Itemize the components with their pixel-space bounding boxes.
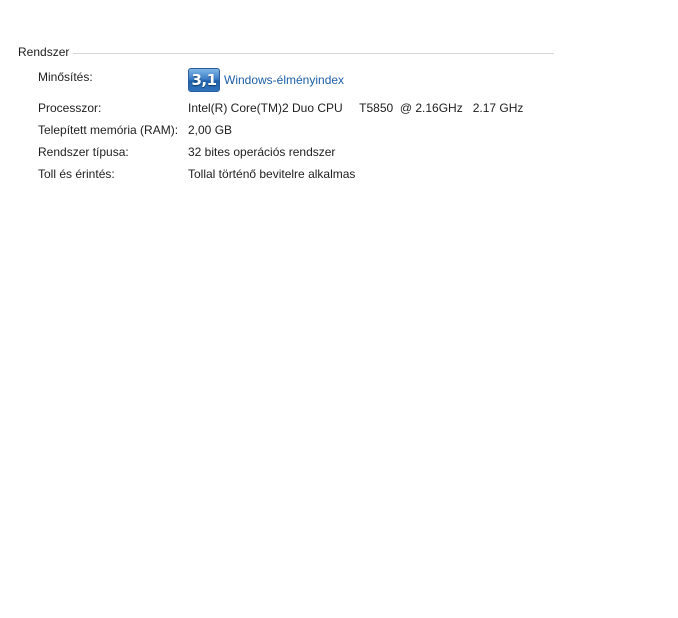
memory-value: 2,00 GB xyxy=(188,123,233,137)
section-title: Rendszer xyxy=(18,45,70,59)
processor-row: Processzor: Intel(R) Core(TM)2 Duo CPU T… xyxy=(38,100,523,116)
system-type-row: Rendszer típusa: 32 bites operációs rend… xyxy=(38,144,335,160)
windows-experience-index-link[interactable]: Windows-élményindex xyxy=(224,73,344,87)
processor-label: Processzor: xyxy=(38,101,102,115)
pen-touch-label: Toll és érintés: xyxy=(38,167,115,181)
rating-label: Minősítés: xyxy=(38,70,93,84)
memory-row: Telepített memória (RAM): 2,00 GB xyxy=(38,122,232,138)
section-divider xyxy=(73,52,554,54)
pen-touch-row: Toll és érintés: Tollal történő bevitelr… xyxy=(38,166,355,182)
memory-label: Telepített memória (RAM): xyxy=(38,123,179,137)
rating-value: 3,1 Windows-élményindex xyxy=(188,68,344,92)
rating-row: Minősítés: 3,1 Windows-élményindex xyxy=(38,68,344,94)
pen-touch-value: Tollal történő bevitelre alkalmas xyxy=(188,167,356,181)
experience-index-score-badge[interactable]: 3,1 xyxy=(188,68,220,92)
processor-value: Intel(R) Core(TM)2 Duo CPU T5850 @ 2.16G… xyxy=(188,101,524,115)
system-type-value: 32 bites operációs rendszer xyxy=(188,145,336,159)
section-header-system: Rendszer xyxy=(18,45,554,59)
system-type-label: Rendszer típusa: xyxy=(38,145,129,159)
